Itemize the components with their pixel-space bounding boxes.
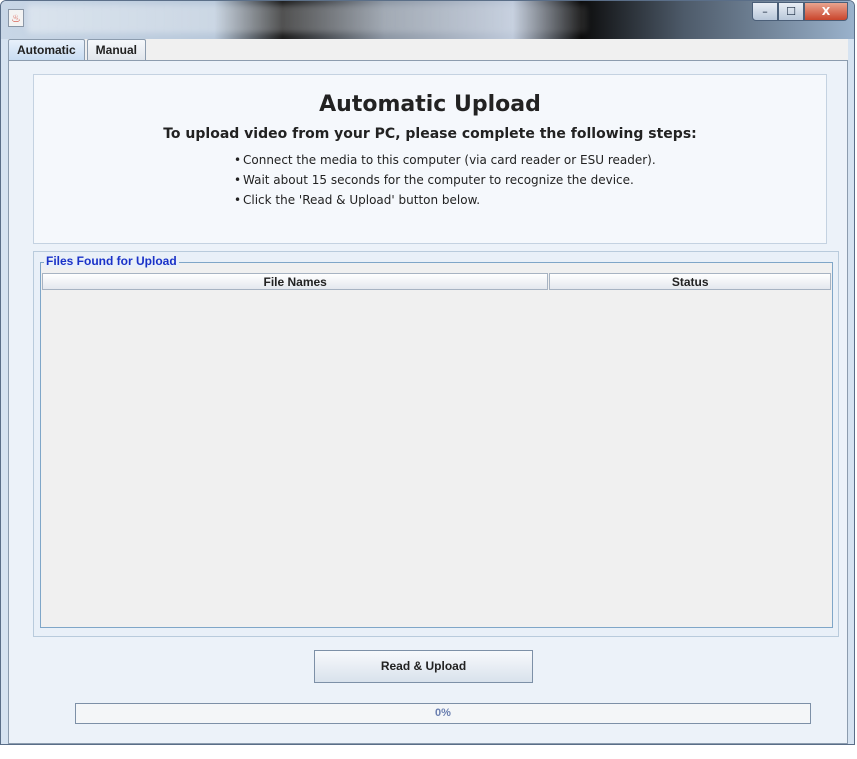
window-controls: – ☐ X bbox=[752, 2, 848, 22]
list-item: • Connect the media to this computer (via… bbox=[234, 150, 826, 170]
column-header-status[interactable]: Status bbox=[549, 273, 831, 290]
files-table-header: File Names Status bbox=[42, 273, 831, 291]
progress-label: 0% bbox=[435, 707, 451, 719]
automatic-tab-panel: Automatic Upload To upload video from yo… bbox=[8, 60, 848, 744]
maximize-button[interactable]: ☐ bbox=[778, 2, 804, 21]
client-area: Automatic Manual Automatic Upload To upl… bbox=[8, 39, 848, 744]
instructions-panel: Automatic Upload To upload video from yo… bbox=[33, 74, 827, 244]
tab-manual[interactable]: Manual bbox=[86, 39, 147, 60]
step-text: Connect the media to this computer (via … bbox=[243, 153, 656, 167]
title-bar[interactable]: ♨ – ☐ X bbox=[1, 1, 854, 39]
app-window: ♨ – ☐ X Automatic Manual Automatic Uploa… bbox=[0, 0, 855, 745]
bullet-icon: • bbox=[234, 153, 242, 167]
page-title: Automatic Upload bbox=[319, 92, 541, 117]
tab-bar: Automatic Manual bbox=[8, 39, 148, 61]
files-table-body[interactable] bbox=[42, 291, 831, 626]
step-text: Wait about 15 seconds for the computer t… bbox=[243, 173, 634, 187]
steps-list: • Connect the media to this computer (via… bbox=[234, 150, 826, 210]
files-group-label: Files Found for Upload bbox=[44, 254, 179, 268]
column-header-file-names[interactable]: File Names bbox=[42, 273, 549, 290]
step-text: Click the 'Read & Upload' button below. bbox=[243, 193, 481, 207]
upload-progress-bar: 0% bbox=[75, 703, 811, 724]
bullet-icon: • bbox=[234, 173, 242, 187]
java-icon: ♨ bbox=[8, 9, 24, 27]
tab-automatic[interactable]: Automatic bbox=[8, 39, 85, 61]
bullet-icon: • bbox=[234, 193, 242, 207]
minimize-button[interactable]: – bbox=[752, 2, 778, 21]
list-item: • Click the 'Read & Upload' button below. bbox=[234, 190, 826, 210]
files-panel: Files Found for Upload File Names Status bbox=[33, 251, 839, 637]
instructions-subtitle: To upload video from your PC, please com… bbox=[163, 126, 697, 142]
close-button[interactable]: X bbox=[804, 2, 848, 21]
list-item: • Wait about 15 seconds for the computer … bbox=[234, 170, 826, 190]
files-group-box: Files Found for Upload File Names Status bbox=[40, 254, 833, 628]
window-title-blurred bbox=[27, 5, 587, 33]
read-upload-button[interactable]: Read & Upload bbox=[314, 650, 533, 683]
